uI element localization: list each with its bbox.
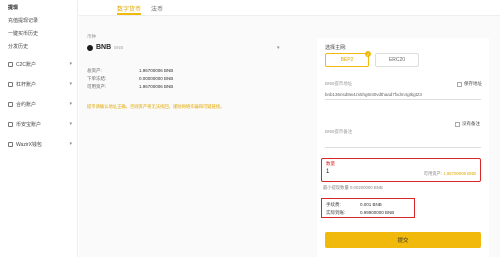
wallet-icon bbox=[8, 61, 13, 67]
sidebar: 提现 充值提现记录 一键买币历史 分发历史 C2C账户 ▾ 杠杆账户 ▾ 合约账… bbox=[0, 0, 78, 257]
received-row: 实际到账: 0.99900000 BNB bbox=[326, 210, 414, 216]
sidebar-item-label: 分发历史 bbox=[8, 43, 29, 50]
balance-value: 1.96700006 BNB bbox=[139, 84, 174, 89]
address-label: BNB提币地址 bbox=[325, 81, 353, 86]
sidebar-item-c2c[interactable]: C2C账户 ▾ bbox=[0, 59, 78, 69]
sidebar-item-label: 一键买币历史 bbox=[8, 30, 39, 37]
futures-icon bbox=[8, 101, 13, 107]
sidebar-item-futures[interactable]: 合约账户 ▾ bbox=[0, 99, 78, 109]
chevron-down-icon: ▾ bbox=[69, 61, 72, 67]
balance-label: 总资产: bbox=[87, 68, 102, 73]
sidebar-item-savings[interactable]: 币安宝账户 ▾ bbox=[0, 119, 78, 129]
available-balance: 可用资产: 1.96700006 BNB bbox=[424, 171, 476, 177]
min-withdraw-note: 最小提现数量 0.00200000 BNB bbox=[323, 185, 383, 190]
tabs-bar: 数字货币 法币 bbox=[79, 0, 500, 16]
warning-notice: 提币请确认地址正确，否则资产将无法找回，谨防网络诈骗和可疑链接。 bbox=[87, 104, 225, 109]
sidebar-item-history[interactable]: 充值提现记录 bbox=[0, 15, 78, 25]
balance-value: 1.96700006 BNB bbox=[139, 68, 174, 73]
sidebar-item-withdraw[interactable]: 提现 bbox=[0, 2, 78, 12]
sidebar-item-buy-history[interactable]: 一键买币历史 bbox=[0, 28, 78, 38]
network-bep2-button[interactable]: BEP2 ✓ bbox=[325, 51, 371, 67]
checkbox-icon bbox=[455, 121, 460, 127]
balance-frozen: 下单冻结: 0.00000000 BNB bbox=[87, 76, 302, 82]
sidebar-item-label: 合约账户 bbox=[16, 101, 37, 108]
withdraw-form: 选择主网: BEP2 ✓ ERC20 BNB提币地址 保存地址 bnb136ns… bbox=[317, 38, 489, 257]
memo-label: BNB提币备注 bbox=[325, 129, 353, 134]
coin-panel: 币种 BNB BNB ▾ 总资产: 1.96700006 BNB 下单冻结: 0… bbox=[87, 24, 302, 114]
tab-fiat[interactable]: 法币 bbox=[151, 4, 163, 13]
balance-available: 可用资产: 1.96700006 BNB bbox=[87, 84, 302, 90]
save-address-checkbox[interactable]: 保存地址 bbox=[457, 81, 482, 87]
check-icon: ✓ bbox=[365, 51, 371, 57]
chevron-down-icon: ▾ bbox=[69, 101, 72, 107]
no-memo-checkbox[interactable]: 没有备注 bbox=[455, 121, 480, 127]
sidebar-item-label: C2C账户 bbox=[16, 61, 37, 68]
bnb-coin-icon bbox=[87, 44, 93, 51]
checkbox-icon bbox=[457, 81, 462, 87]
wazirx-icon bbox=[8, 141, 13, 147]
sidebar-item-label: 充值提现记录 bbox=[8, 17, 39, 24]
balance-value: 0.00000000 BNB bbox=[139, 76, 174, 81]
margin-icon bbox=[8, 81, 13, 87]
chevron-down-icon: ▾ bbox=[277, 45, 280, 51]
tab-crypto[interactable]: 数字货币 bbox=[117, 4, 141, 13]
network-option-label: BEP2 bbox=[340, 57, 354, 63]
sidebar-item-label: 币安宝账户 bbox=[16, 121, 42, 128]
amount-input[interactable]: 1 bbox=[326, 169, 386, 177]
active-tab-indicator bbox=[117, 13, 141, 15]
network-label: 选择主网: bbox=[325, 45, 347, 51]
no-memo-label: 没有备注 bbox=[462, 121, 480, 126]
savings-icon bbox=[8, 121, 13, 127]
fee-summary: 手续费: 0.001 BNB 实际到账: 0.99900000 BNB bbox=[321, 198, 415, 218]
sidebar-item-label: WazirX钱包 bbox=[16, 141, 42, 148]
balance-total: 总资产: 1.96700006 BNB bbox=[87, 68, 302, 74]
coin-section-label: 币种 bbox=[87, 34, 96, 39]
chevron-down-icon: ▾ bbox=[69, 141, 72, 147]
received-label: 实际到账: bbox=[326, 210, 346, 215]
address-input[interactable]: bnb136nsd8w4zs5hg6nt0vdthaad7fxdm4gtkgt2… bbox=[325, 89, 481, 100]
memo-input[interactable] bbox=[325, 137, 481, 148]
chevron-down-icon: ▾ bbox=[69, 121, 72, 127]
sidebar-item-margin[interactable]: 杠杆账户 ▾ bbox=[0, 79, 78, 89]
fee-label: 手续费: bbox=[326, 202, 341, 207]
amount-label: 数量 bbox=[326, 161, 335, 166]
coin-select[interactable]: BNB BNB ▾ bbox=[87, 44, 280, 51]
sidebar-item-distribution[interactable]: 分发历史 bbox=[0, 41, 78, 51]
available-label: 可用资产: bbox=[423, 171, 443, 176]
amount-field[interactable]: 数量 1 可用资产: 1.96700006 BNB bbox=[321, 158, 481, 182]
sidebar-item-label: 杠杆账户 bbox=[16, 81, 37, 88]
coin-name: BNB bbox=[96, 44, 112, 51]
balance-label: 下单冻结: bbox=[87, 76, 107, 81]
fee-value: 0.001 BNB bbox=[360, 202, 382, 207]
network-erc20-button[interactable]: ERC20 bbox=[375, 53, 419, 67]
submit-button[interactable]: 提交 bbox=[325, 232, 481, 248]
coin-sub: BNB bbox=[114, 45, 124, 50]
chevron-down-icon: ▾ bbox=[69, 81, 72, 87]
fee-row: 手续费: 0.001 BNB bbox=[326, 202, 414, 208]
balance-label: 可用资产: bbox=[87, 84, 107, 89]
received-value: 0.99900000 BNB bbox=[360, 210, 395, 215]
sidebar-item-label: 提现 bbox=[8, 4, 19, 11]
sidebar-item-wazirx[interactable]: WazirX钱包 ▾ bbox=[0, 139, 78, 149]
network-option-label: ERC20 bbox=[388, 57, 406, 63]
main-content: 数字货币 法币 币种 BNB BNB ▾ 总资产: 1.96700006 BNB… bbox=[79, 0, 500, 257]
save-address-label: 保存地址 bbox=[464, 81, 482, 86]
available-value: 1.96700006 BNB bbox=[443, 171, 476, 176]
